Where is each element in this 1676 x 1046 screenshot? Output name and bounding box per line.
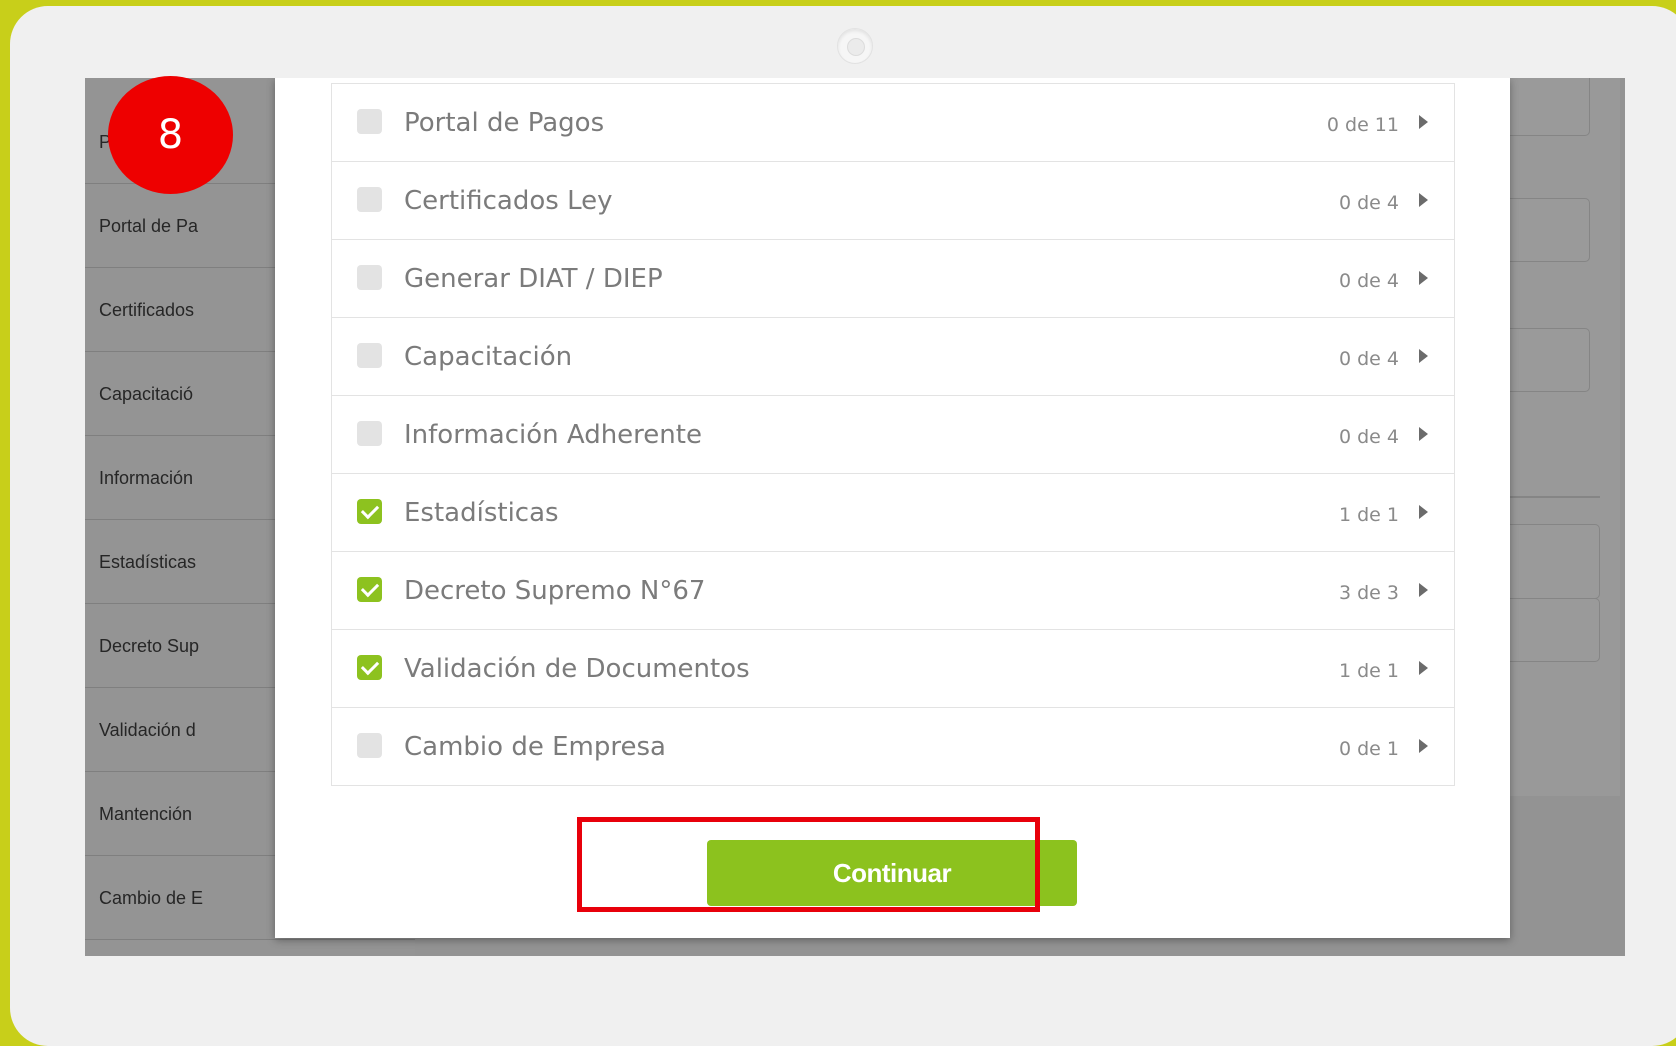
permission-row-validacion-documentos[interactable]: Validación de Documentos 1 de 1 (332, 629, 1454, 707)
permission-label: Información Adherente (404, 420, 702, 450)
permission-row-capacitacion[interactable]: Capacitación 0 de 4 (332, 317, 1454, 395)
permission-count: 1 de 1 (1338, 504, 1399, 526)
caret-right-icon[interactable] (1419, 739, 1428, 753)
caret-right-icon[interactable] (1419, 271, 1428, 285)
permission-row-informacion-adherente[interactable]: Información Adherente 0 de 4 (332, 395, 1454, 473)
permission-count: 3 de 3 (1338, 582, 1399, 604)
permissions-modal: Portal de Pagos 0 de 11 Certificados Ley… (275, 78, 1510, 938)
permission-label: Capacitación (404, 342, 573, 372)
caret-right-icon[interactable] (1419, 427, 1428, 441)
checkbox-checked[interactable] (357, 499, 382, 524)
permission-count: 0 de 4 (1338, 426, 1399, 448)
permission-label: Certificados Ley (404, 186, 613, 216)
permission-count: 0 de 4 (1338, 192, 1399, 214)
checkbox[interactable] (357, 187, 382, 212)
permission-count: 0 de 11 (1326, 114, 1399, 136)
checkbox[interactable] (357, 109, 382, 134)
permission-count: 0 de 1 (1338, 738, 1399, 760)
permission-label: Estadísticas (404, 498, 559, 528)
checkbox-checked[interactable] (357, 577, 382, 602)
checkbox[interactable] (357, 265, 382, 290)
permission-label: Decreto Supremo N°67 (404, 576, 706, 606)
permission-row-generar-diat-diep[interactable]: Generar DIAT / DIEP 0 de 4 (332, 239, 1454, 317)
caret-right-icon[interactable] (1419, 349, 1428, 363)
caret-right-icon[interactable] (1419, 193, 1428, 207)
permission-label: Generar DIAT / DIEP (404, 264, 663, 294)
permission-count: 0 de 4 (1338, 348, 1399, 370)
checkbox[interactable] (357, 421, 382, 446)
permission-row-decreto-supremo[interactable]: Decreto Supremo N°67 3 de 3 (332, 551, 1454, 629)
permission-label: Validación de Documentos (404, 654, 750, 684)
permission-count: 0 de 4 (1338, 270, 1399, 292)
checkbox[interactable] (357, 343, 382, 368)
caret-right-icon[interactable] (1419, 661, 1428, 675)
permission-count: 1 de 1 (1338, 660, 1399, 682)
camera-icon (837, 28, 873, 64)
permission-row-cambio-de-empresa[interactable]: Cambio de Empresa 0 de 1 (332, 707, 1454, 785)
permissions-list: Portal de Pagos 0 de 11 Certificados Ley… (331, 83, 1455, 786)
permission-label: Cambio de Empresa (404, 732, 666, 762)
highlight-box (577, 817, 1040, 912)
permission-row-portal-de-pagos[interactable]: Portal de Pagos 0 de 11 (332, 83, 1454, 161)
permission-row-certificados-ley[interactable]: Certificados Ley 0 de 4 (332, 161, 1454, 239)
step-badge: 8 (108, 76, 233, 194)
permission-label: Portal de Pagos (404, 108, 605, 138)
caret-right-icon[interactable] (1419, 583, 1428, 597)
caret-right-icon[interactable] (1419, 505, 1428, 519)
checkbox-checked[interactable] (357, 655, 382, 680)
permission-row-estadisticas[interactable]: Estadísticas 1 de 1 (332, 473, 1454, 551)
caret-right-icon[interactable] (1419, 115, 1428, 129)
checkbox[interactable] (357, 733, 382, 758)
